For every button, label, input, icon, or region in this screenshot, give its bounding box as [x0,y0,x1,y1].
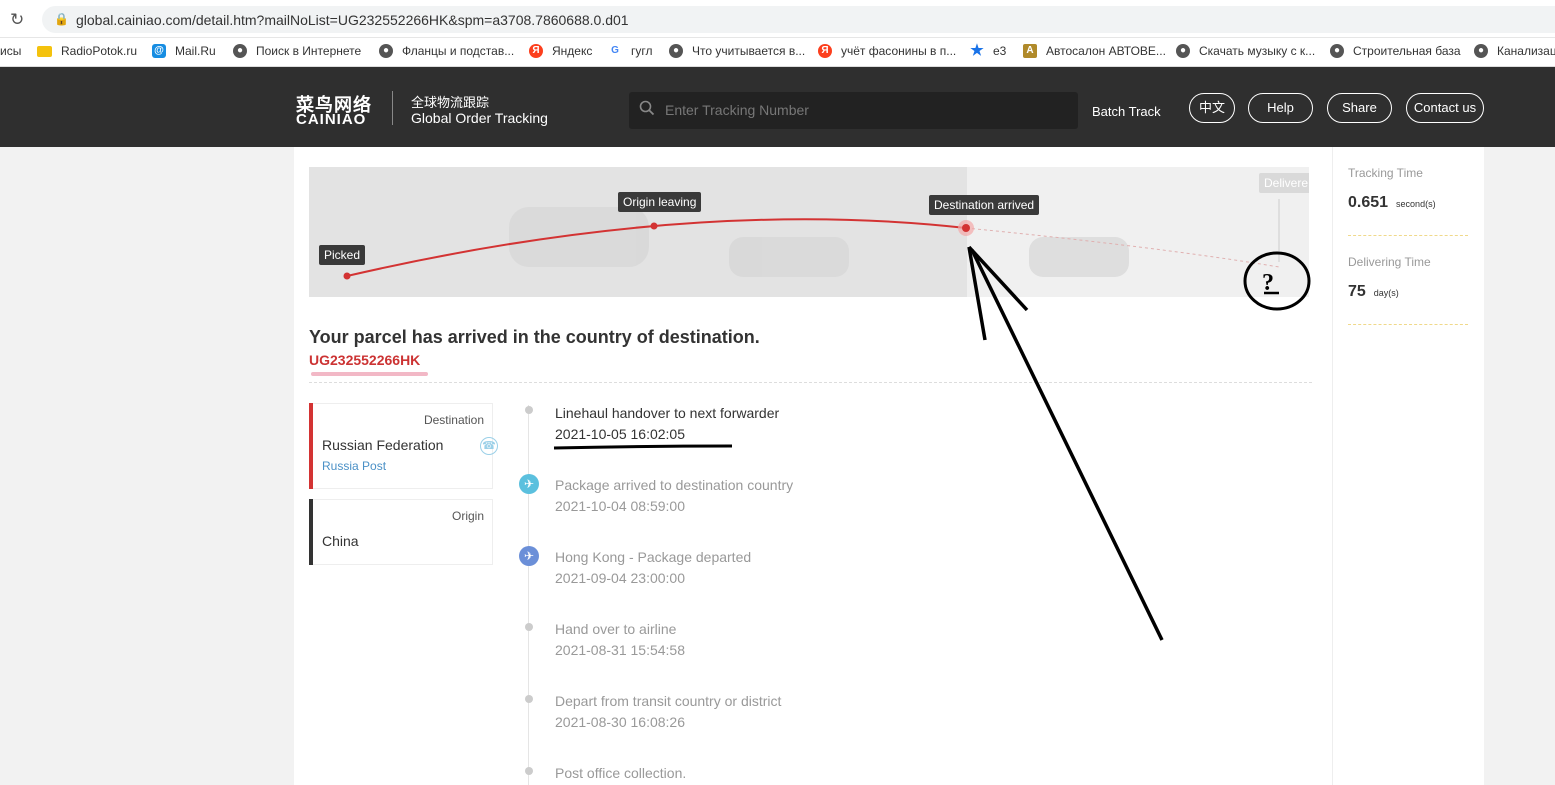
globe-icon: ● [669,44,683,58]
event-time: 2021-08-31 15:54:58 [555,642,685,658]
site-icon: A [1023,44,1037,58]
bookmark-item[interactable]: ● Что учитывается в... [669,44,805,58]
bookmark-item[interactable]: ● Канализац [1474,44,1555,58]
site-header: 菜鸟网络 CAINIAO 全球物流跟踪 Global Order Trackin… [0,67,1555,147]
timeline-line [528,405,529,785]
divider [1348,324,1468,325]
language-button[interactable]: 中文 [1189,93,1235,123]
globe-icon: ● [1330,44,1344,58]
event-time: 2021-10-04 08:59:00 [555,498,685,514]
bookmark-item[interactable]: исы [0,44,21,58]
phone-icon[interactable]: ☎ [480,437,498,455]
timeline-event: Hand over to airline 2021-08-31 15:54:58 [555,621,685,658]
destination-carrier-link[interactable]: Russia Post [322,459,386,473]
event-time: 2021-09-04 23:00:00 [555,570,685,586]
search-icon[interactable] [639,100,655,116]
event-title: Hong Kong - Package departed [555,549,752,565]
divider [309,382,1312,383]
search-input[interactable] [665,99,1065,121]
timeline-dot [525,695,533,703]
delivering-time-value: 75 day(s) [1348,283,1399,300]
origin-country: China [322,533,359,549]
route-map: Picked Origin leaving Destination arrive… [309,167,1309,297]
destination-card: Destination Russian Federation ☎ Russia … [309,403,498,489]
event-time: 2021-08-30 16:08:26 [555,714,685,730]
tracking-time-value: 0.651 second(s) [1348,194,1436,211]
bookmark-item[interactable]: Я Яндекс [529,44,592,58]
subtitle-cn: 全球物流跟踪 [411,95,490,110]
event-title: Package arrived to destination country [555,477,794,493]
bookmark-item[interactable]: RadioPotok.ru [37,44,137,58]
google-icon: G [608,44,622,58]
timeline-event: Depart from transit country or district … [555,693,781,730]
origin-label: Origin [451,509,484,523]
logo-divider [392,91,393,125]
event-time: 2021-10-05 16:02:05 [555,426,685,442]
event-title: Post office collection. [555,765,687,781]
contact-us-button[interactable]: Contact us [1406,93,1484,123]
reload-icon[interactable]: ↻ [10,10,24,30]
share-button[interactable]: Share [1327,93,1392,123]
tracking-time-label: Tracking Time [1348,166,1423,180]
destination-label: Destination [423,413,484,427]
browser-address-bar: ↻ 🔒 global.cainiao.com/detail.htm?mailNo… [0,0,1555,38]
event-title: Linehaul handover to next forwarder [555,405,780,421]
destination-country: Russian Federation [322,437,444,453]
bookmark-item[interactable]: ● Фланцы и подстав... [379,44,514,58]
bookmark-item[interactable]: ★ е3 [970,42,1006,59]
bookmarks-bar: исы RadioPotok.ru @ Mail.Ru ● Поиск в Инте… [0,38,1555,67]
delivering-time-label: Delivering Time [1348,255,1431,269]
tracking-number-underline [311,372,428,376]
globe-icon: ● [1474,44,1488,58]
search-box [629,92,1078,129]
globe-icon: ● [379,44,393,58]
plane-departing-icon: ✈ [519,546,539,566]
tracking-number: UG232552266HK [309,352,421,368]
timeline-dot [525,767,533,775]
bookmark-item[interactable]: @ Mail.Ru [152,44,216,58]
url-text: global.cainiao.com/detail.htm?mailNoList… [76,12,629,28]
bookmark-item[interactable]: ● Поиск в Интернете [233,44,361,58]
event-title: Hand over to airline [555,621,677,637]
lock-icon[interactable]: 🔒 [54,12,69,26]
destination-bar [309,403,313,489]
timeline-dot [525,406,533,414]
milestone-delivered: Delivere [1259,173,1309,193]
bookmark-item[interactable]: A Автосалон АВТОВЕ... [1023,44,1166,58]
mail-icon: @ [152,44,166,58]
route-map-graphic [343,199,1280,280]
stats-panel: Tracking Time 0.651 second(s) Delivering … [1332,147,1484,785]
url-field[interactable]: 🔒 global.cainiao.com/detail.htm?mailNoLi… [42,6,1555,33]
batch-track-link[interactable]: Batch Track [1092,104,1161,119]
bookmark-item[interactable]: ● Скачать музыку с к... [1176,44,1315,58]
origin-bar [309,499,313,565]
milestone-destination-arrived: Destination arrived [929,195,1040,215]
logo-en[interactable]: CAINIAO [296,111,366,128]
timeline-event: Post office collection. [555,765,686,781]
yandex-icon: Я [529,44,543,58]
yandex-icon: Я [818,44,832,58]
milestone-picked: Picked [319,245,366,265]
status-headline: Your parcel has arrived in the country o… [309,327,760,347]
bookmark-item[interactable]: Яучёт фасонины в п... [818,44,956,58]
bookmark-item[interactable]: Gгугл [608,44,653,58]
origin-card: Origin China [309,499,493,565]
timeline-event: Package arrived to destination country 2… [555,477,793,514]
divider [1348,235,1468,236]
plane-landing-icon: ✈ [519,474,539,494]
globe-icon: ● [1176,44,1190,58]
timeline-dot [525,623,533,631]
tag-icon [37,45,52,57]
bookmark-item[interactable]: ● Строительная база [1330,44,1461,58]
event-title: Depart from transit country or district [555,693,782,709]
help-button[interactable]: Help [1248,93,1313,123]
timeline-event: Hong Kong - Package departed 2021-09-04 … [555,549,751,586]
milestone-origin-leaving: Origin leaving [618,192,702,212]
timeline-event: Linehaul handover to next forwarder 2021… [555,405,779,442]
subtitle-en: Global Order Tracking [411,110,548,126]
globe-icon: ● [233,44,247,58]
tracking-detail-card: Picked Origin leaving Destination arrive… [294,147,1332,785]
star-icon: ★ [970,42,984,59]
